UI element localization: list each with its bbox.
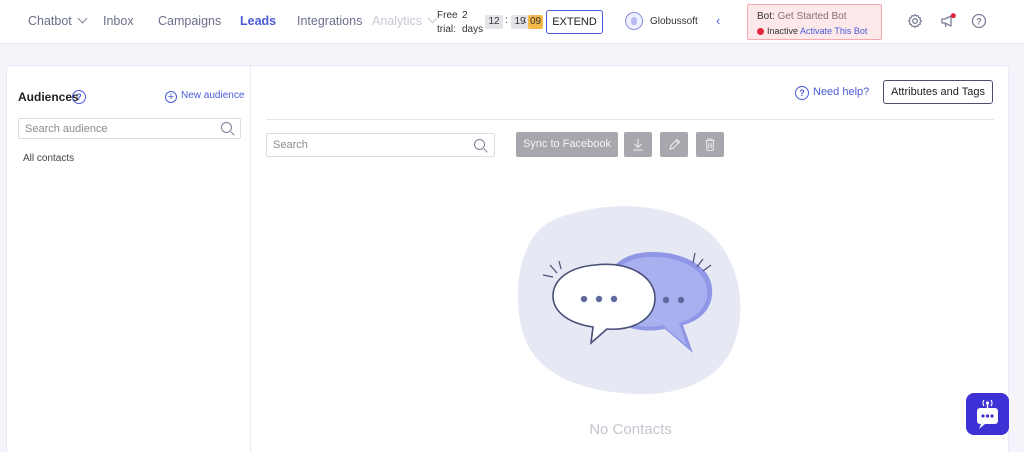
contacts-search — [266, 133, 495, 157]
leads-main-panel: ? Need help? Attributes and Tags Sync to… — [250, 65, 1009, 452]
gear-icon[interactable] — [907, 13, 923, 29]
audience-search — [18, 118, 241, 139]
audience-item-all-contacts[interactable]: All contacts — [23, 153, 74, 164]
nav-leads[interactable]: Leads — [240, 14, 276, 28]
megaphone-icon[interactable] — [940, 13, 956, 29]
bot-status: Inactive — [767, 26, 799, 36]
timer-hours: 12 — [485, 15, 503, 29]
bot-status-box: Bot: Get Started Bot Inactive Activate T… — [747, 4, 882, 40]
contacts-search-input[interactable] — [273, 137, 453, 153]
trial-info: Free trial: 2 days — [437, 10, 484, 35]
chevron-left-icon[interactable]: ‹ — [716, 13, 720, 28]
nav-campaigns[interactable]: Campaigns — [158, 14, 221, 28]
chevron-down-icon — [427, 13, 438, 24]
top-navigation-bar: Chatbot Inbox Campaigns Leads Integratio… — [0, 0, 1024, 44]
status-dot-icon — [757, 28, 764, 35]
chevron-down-icon — [77, 13, 88, 24]
help-icon[interactable]: ? — [971, 13, 987, 29]
nav-inbox[interactable]: Inbox — [103, 14, 134, 28]
avatar — [625, 12, 643, 30]
delete-button[interactable] — [696, 132, 724, 157]
new-audience-button[interactable]: + New audience — [165, 90, 244, 103]
attributes-and-tags-button[interactable]: Attributes and Tags — [883, 80, 993, 104]
help-icon[interactable]: ? — [72, 90, 86, 104]
audiences-title: Audiences — [18, 90, 79, 104]
nav-chatbot[interactable]: Chatbot — [28, 13, 88, 28]
trash-icon — [705, 138, 715, 152]
pencil-icon — [669, 138, 681, 150]
empty-state-message: No Contacts — [589, 421, 672, 438]
activate-bot-link[interactable]: Activate This Bot — [800, 26, 867, 36]
chatbot-icon — [977, 399, 998, 429]
help-icon[interactable]: ? — [795, 86, 809, 100]
search-icon[interactable] — [474, 139, 485, 150]
nav-integrations[interactable]: Integrations — [297, 14, 362, 28]
download-button[interactable] — [624, 132, 652, 157]
timer-seconds: 09 — [528, 15, 543, 29]
sync-to-facebook-button[interactable]: Sync to Facebook — [516, 132, 618, 157]
extend-button[interactable]: EXTEND — [546, 10, 603, 34]
chat-widget-button[interactable] — [966, 393, 1009, 435]
plus-icon: + — [165, 91, 177, 103]
svg-text:?: ? — [976, 16, 982, 26]
divider — [266, 119, 994, 120]
bot-name: Get Started Bot — [777, 11, 847, 22]
need-help-link[interactable]: Need help? — [813, 86, 869, 98]
nav-analytics[interactable]: Analytics — [372, 13, 438, 28]
search-icon[interactable] — [221, 122, 232, 133]
empty-chat-illustration — [517, 206, 741, 395]
edit-button[interactable] — [660, 132, 688, 157]
audiences-panel: Audiences ? +New audience All contacts — [6, 65, 250, 452]
audience-search-input[interactable] — [25, 121, 205, 137]
download-icon — [633, 139, 643, 151]
